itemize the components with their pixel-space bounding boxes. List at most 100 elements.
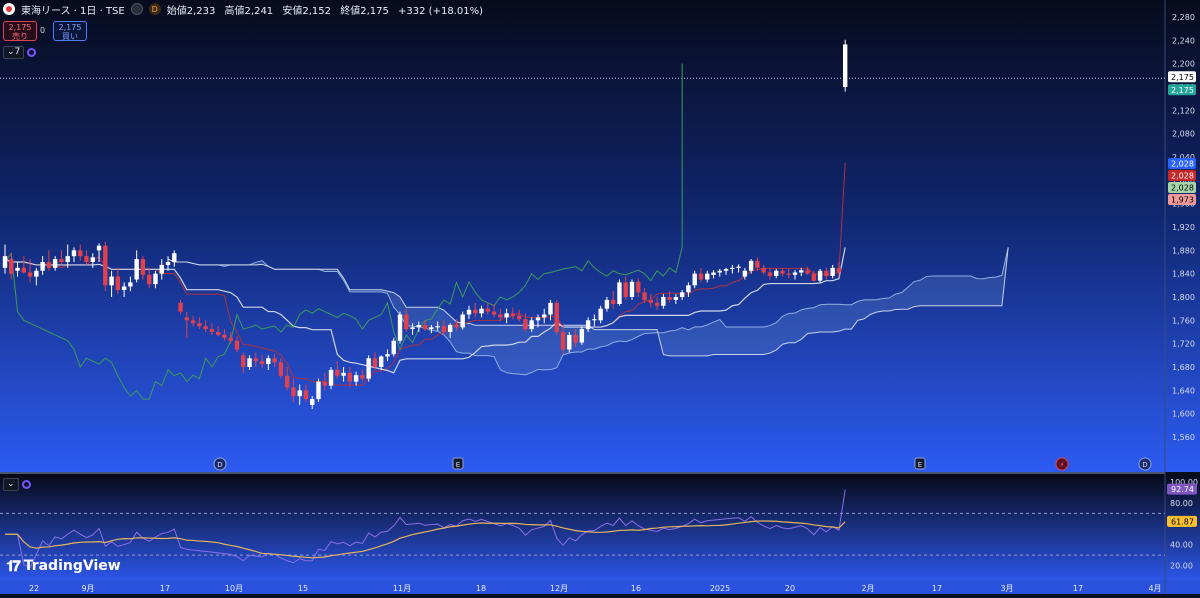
candle[interactable] bbox=[316, 378, 321, 402]
price-tick-label: 1,640 bbox=[1172, 386, 1195, 395]
time-tick-label: 11月 bbox=[393, 584, 411, 593]
candle-body bbox=[636, 281, 641, 293]
rsi-tick-label: 20.00 bbox=[1170, 562, 1193, 571]
price-tick-label: 1,720 bbox=[1172, 340, 1195, 349]
candle-body bbox=[366, 358, 371, 379]
buy-price: 2,175 bbox=[58, 23, 82, 32]
candle[interactable] bbox=[554, 299, 559, 335]
rsi-label-text: 61.87 bbox=[1171, 517, 1194, 526]
indicator-count: 7 bbox=[14, 47, 21, 57]
sell-button[interactable]: 2,175 売り bbox=[3, 21, 37, 41]
candle[interactable] bbox=[629, 279, 635, 300]
chart-header: 東海リース · 1日 · TSE D 始値2,233 高値2,241 安値2,1… bbox=[0, 0, 489, 18]
candle-body bbox=[799, 270, 804, 273]
candle-body bbox=[178, 302, 183, 312]
candle-body bbox=[310, 399, 315, 405]
market-status-icon[interactable] bbox=[130, 3, 143, 15]
ohlc-readout: 始値2,233 高値2,241 安値2,152 終値2,175 +332 (+1… bbox=[167, 2, 489, 17]
time-tick-label: 20 bbox=[785, 584, 795, 593]
candle-body bbox=[780, 270, 785, 274]
indicator-toggle[interactable]: ⌄ 7 bbox=[3, 45, 25, 59]
candle-body bbox=[34, 270, 39, 277]
time-tick-label: 9月 bbox=[81, 584, 94, 593]
chevron-down-icon: ⌄ bbox=[7, 479, 15, 489]
candle[interactable] bbox=[103, 241, 108, 292]
candle-body bbox=[774, 270, 779, 276]
chevron-down-icon: ⌄ bbox=[7, 47, 15, 57]
rsi-toggle[interactable]: ⌄ bbox=[3, 477, 19, 491]
candle[interactable] bbox=[617, 279, 622, 306]
chart-window: 2,2802,2402,2002,1602,1202,0802,0402,000… bbox=[0, 0, 1200, 594]
candle-body bbox=[516, 315, 522, 320]
event-marker-label: D bbox=[1142, 461, 1147, 469]
indicator-cycle-icon[interactable] bbox=[27, 47, 37, 57]
time-tick-label: 17 bbox=[160, 584, 170, 593]
candle-body bbox=[103, 245, 108, 286]
buy-button[interactable]: 2,175 買い bbox=[53, 21, 87, 41]
candle-body bbox=[717, 270, 722, 273]
symbol-title[interactable]: 東海リース · 1日 · TSE bbox=[21, 2, 125, 17]
candle-body bbox=[153, 273, 158, 285]
rsi-cycle-icon[interactable] bbox=[21, 479, 31, 489]
candle-body bbox=[836, 267, 842, 273]
candle-body bbox=[523, 319, 528, 330]
event-marker[interactable]: E bbox=[914, 457, 926, 470]
candle[interactable] bbox=[567, 332, 572, 353]
candle-body bbox=[404, 314, 409, 330]
price-tick-label: 2,080 bbox=[1172, 130, 1195, 139]
interval-badge[interactable]: D bbox=[148, 3, 161, 15]
rsi-tick-label: 40.00 bbox=[1170, 541, 1193, 550]
indicator-legend[interactable]: ⌄ 7 bbox=[3, 45, 37, 59]
candle-body bbox=[824, 270, 829, 276]
candle-body bbox=[303, 390, 309, 400]
event-marker[interactable]: D bbox=[213, 457, 227, 471]
price-tick-label: 1,560 bbox=[1172, 433, 1195, 442]
candle-body bbox=[15, 267, 20, 271]
candle[interactable] bbox=[366, 355, 371, 382]
candle-body bbox=[341, 372, 346, 376]
high-value: 高値2,241 bbox=[224, 5, 274, 17]
candle-body bbox=[190, 320, 196, 324]
candle-body bbox=[253, 358, 258, 362]
price-tick-label: 1,600 bbox=[1172, 410, 1195, 419]
candle-body bbox=[441, 326, 447, 332]
candle-body bbox=[761, 267, 766, 273]
candle-body bbox=[567, 334, 572, 350]
buy-label: 買い bbox=[62, 32, 78, 41]
candle-body bbox=[140, 259, 146, 275]
candle-body bbox=[297, 390, 302, 397]
price-tick-label: 1,880 bbox=[1172, 246, 1195, 255]
event-marker[interactable]: E bbox=[452, 457, 464, 470]
candle-body bbox=[360, 375, 365, 379]
event-marker[interactable]: D bbox=[1138, 457, 1152, 471]
candle[interactable] bbox=[817, 269, 823, 283]
candle-body bbox=[447, 325, 453, 332]
candle-body bbox=[234, 340, 240, 350]
candle-body bbox=[96, 245, 102, 251]
candle-body bbox=[485, 308, 490, 312]
price-label-text: 2,175 bbox=[1171, 86, 1194, 95]
candle-body bbox=[316, 381, 321, 400]
candle-body bbox=[648, 299, 654, 303]
candle-body bbox=[692, 273, 697, 286]
rsi-legend[interactable]: ⌄ bbox=[3, 477, 31, 491]
candle[interactable] bbox=[397, 311, 403, 344]
price-tick-label: 1,760 bbox=[1172, 316, 1195, 325]
candle-body bbox=[247, 358, 252, 367]
candle-body bbox=[65, 256, 70, 262]
event-marker-label: E bbox=[918, 461, 922, 469]
event-marker[interactable]: ⚡ bbox=[1055, 457, 1069, 471]
candle-body bbox=[786, 273, 791, 275]
candle-body bbox=[422, 325, 428, 330]
candle-body bbox=[2, 256, 8, 268]
candle-body bbox=[203, 326, 208, 330]
candle[interactable] bbox=[842, 39, 848, 92]
candle-body bbox=[134, 259, 139, 280]
candle-body bbox=[473, 309, 478, 314]
chart-canvas[interactable]: 2,2802,2402,2002,1602,1202,0802,0402,000… bbox=[0, 0, 1200, 594]
time-tick-label: 17 bbox=[932, 584, 942, 593]
candle-body bbox=[542, 314, 547, 318]
candle-body bbox=[755, 260, 760, 268]
time-tick-label: 10月 bbox=[225, 584, 243, 593]
tradingview-logo[interactable]: 𝟏𝟕 TradingView bbox=[6, 557, 121, 575]
